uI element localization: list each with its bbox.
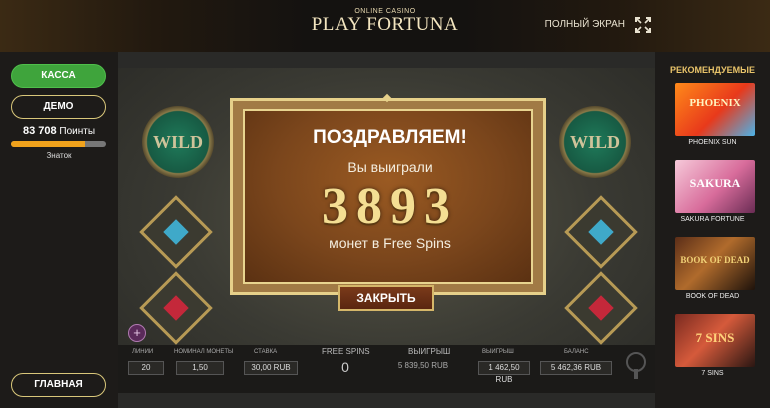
win-modal-panel: ПОЗДРАВЛЯЕМ! Вы выиграли 3893 монет в Fr… xyxy=(243,109,533,284)
free-spins-label: FREE SPINS xyxy=(322,347,370,356)
game-label[interactable]: SAKURA FORTUNE xyxy=(655,216,770,223)
fullscreen-icon[interactable] xyxy=(635,17,651,33)
game-art-text: 7 SINS xyxy=(695,330,735,345)
win-amount: 3893 xyxy=(322,178,458,235)
last-win-label: ВЫИГРЫШ xyxy=(482,349,514,355)
close-button[interactable]: ЗАКРЫТЬ xyxy=(338,285,434,311)
points-display: 83 708 Поинты xyxy=(0,125,118,137)
points-label: Поинты xyxy=(59,126,96,137)
game-art-text: PHOENIX xyxy=(689,97,741,109)
lines-label: ЛИНИИ xyxy=(132,349,154,355)
game-art-text: BOOK OF DEAD xyxy=(680,255,750,265)
plus-icon[interactable]: + xyxy=(128,324,146,342)
rank-label: Знаток xyxy=(46,151,72,160)
points-progress-bar xyxy=(11,141,106,147)
wild-label: WILD xyxy=(152,132,203,152)
modal-description: монет в Free Spins xyxy=(329,235,451,251)
logo[interactable]: PLAY FORTUNA xyxy=(0,14,770,36)
right-sidebar: РЕКОМЕНДУЕМЫЕ PHOENIX PHOENIX SUN SAKURA… xyxy=(655,52,770,408)
points-progress-fill xyxy=(11,141,86,147)
game-thumbnail-sakura-fortune[interactable]: SAKURA xyxy=(675,160,755,213)
slot-control-bar: ЛИНИИ 20 НОМИНАЛ МОНЕТЫ 1,50 СТАВКА 30,0… xyxy=(118,345,655,393)
game-thumbnail-book-of-dead[interactable]: BOOK OF DEAD xyxy=(675,237,755,290)
recommended-title: РЕКОМЕНДУЕМЫЕ xyxy=(670,65,755,75)
balance-value: 5 462,36 RUB xyxy=(540,361,612,375)
diamond-symbol-icon xyxy=(564,195,638,269)
game-label[interactable]: 7 SINS xyxy=(655,370,770,377)
header: ONLINE CASINO PLAY FORTUNA ПОЛНЫЙ ЭКРАН xyxy=(0,0,770,52)
lines-value[interactable]: 20 xyxy=(128,361,164,375)
fullscreen-label[interactable]: ПОЛНЫЙ ЭКРАН xyxy=(545,19,625,30)
wild-label: WILD xyxy=(569,132,620,152)
wild-symbol: WILD xyxy=(142,106,214,178)
heart-symbol-icon xyxy=(139,271,213,345)
game-thumbnail-7-sins[interactable]: 7 SINS xyxy=(675,314,755,367)
game-label[interactable]: BOOK OF DEAD xyxy=(655,293,770,300)
modal-subtitle: Вы выиграли xyxy=(347,159,433,175)
game-art-text: SAKURA xyxy=(689,176,741,190)
modal-title: ПОЗДРАВЛЯЕМ! xyxy=(313,127,467,148)
game-thumbnail-phoenix-sun[interactable]: PHOENIX xyxy=(675,83,755,136)
left-sidebar: КАССА ДЕМО 83 708 Поинты Знаток ГЛАВНАЯ xyxy=(0,52,118,408)
home-button[interactable]: ГЛАВНАЯ xyxy=(11,373,106,397)
game-label[interactable]: PHOENIX SUN xyxy=(655,139,770,146)
diamond-symbol-icon xyxy=(139,195,213,269)
win-modal: ПОЗДРАВЛЯЕМ! Вы выиграли 3893 монет в Fr… xyxy=(230,93,546,295)
coin-value[interactable]: 1,50 xyxy=(176,361,224,375)
bet-value[interactable]: 30,00 RUB xyxy=(244,361,298,375)
points-value: 83 708 xyxy=(22,125,57,137)
heart-symbol-icon xyxy=(564,271,638,345)
last-win-value: 1 462,50 RUB xyxy=(478,361,530,384)
bet-label: СТАВКА xyxy=(254,349,278,355)
win-value: 5 839,50 RUB xyxy=(397,361,449,370)
balance-label: БАЛАНС xyxy=(564,349,589,355)
tree-icon xyxy=(626,352,646,379)
win-label: ВЫИГРЫШ xyxy=(408,347,451,356)
demo-button[interactable]: ДЕМО xyxy=(11,95,106,119)
free-spins-value: 0 xyxy=(341,359,349,375)
cashier-button[interactable]: КАССА xyxy=(11,64,106,88)
wild-symbol: WILD xyxy=(559,106,631,178)
coin-value-label: НОМИНАЛ МОНЕТЫ xyxy=(174,349,234,355)
